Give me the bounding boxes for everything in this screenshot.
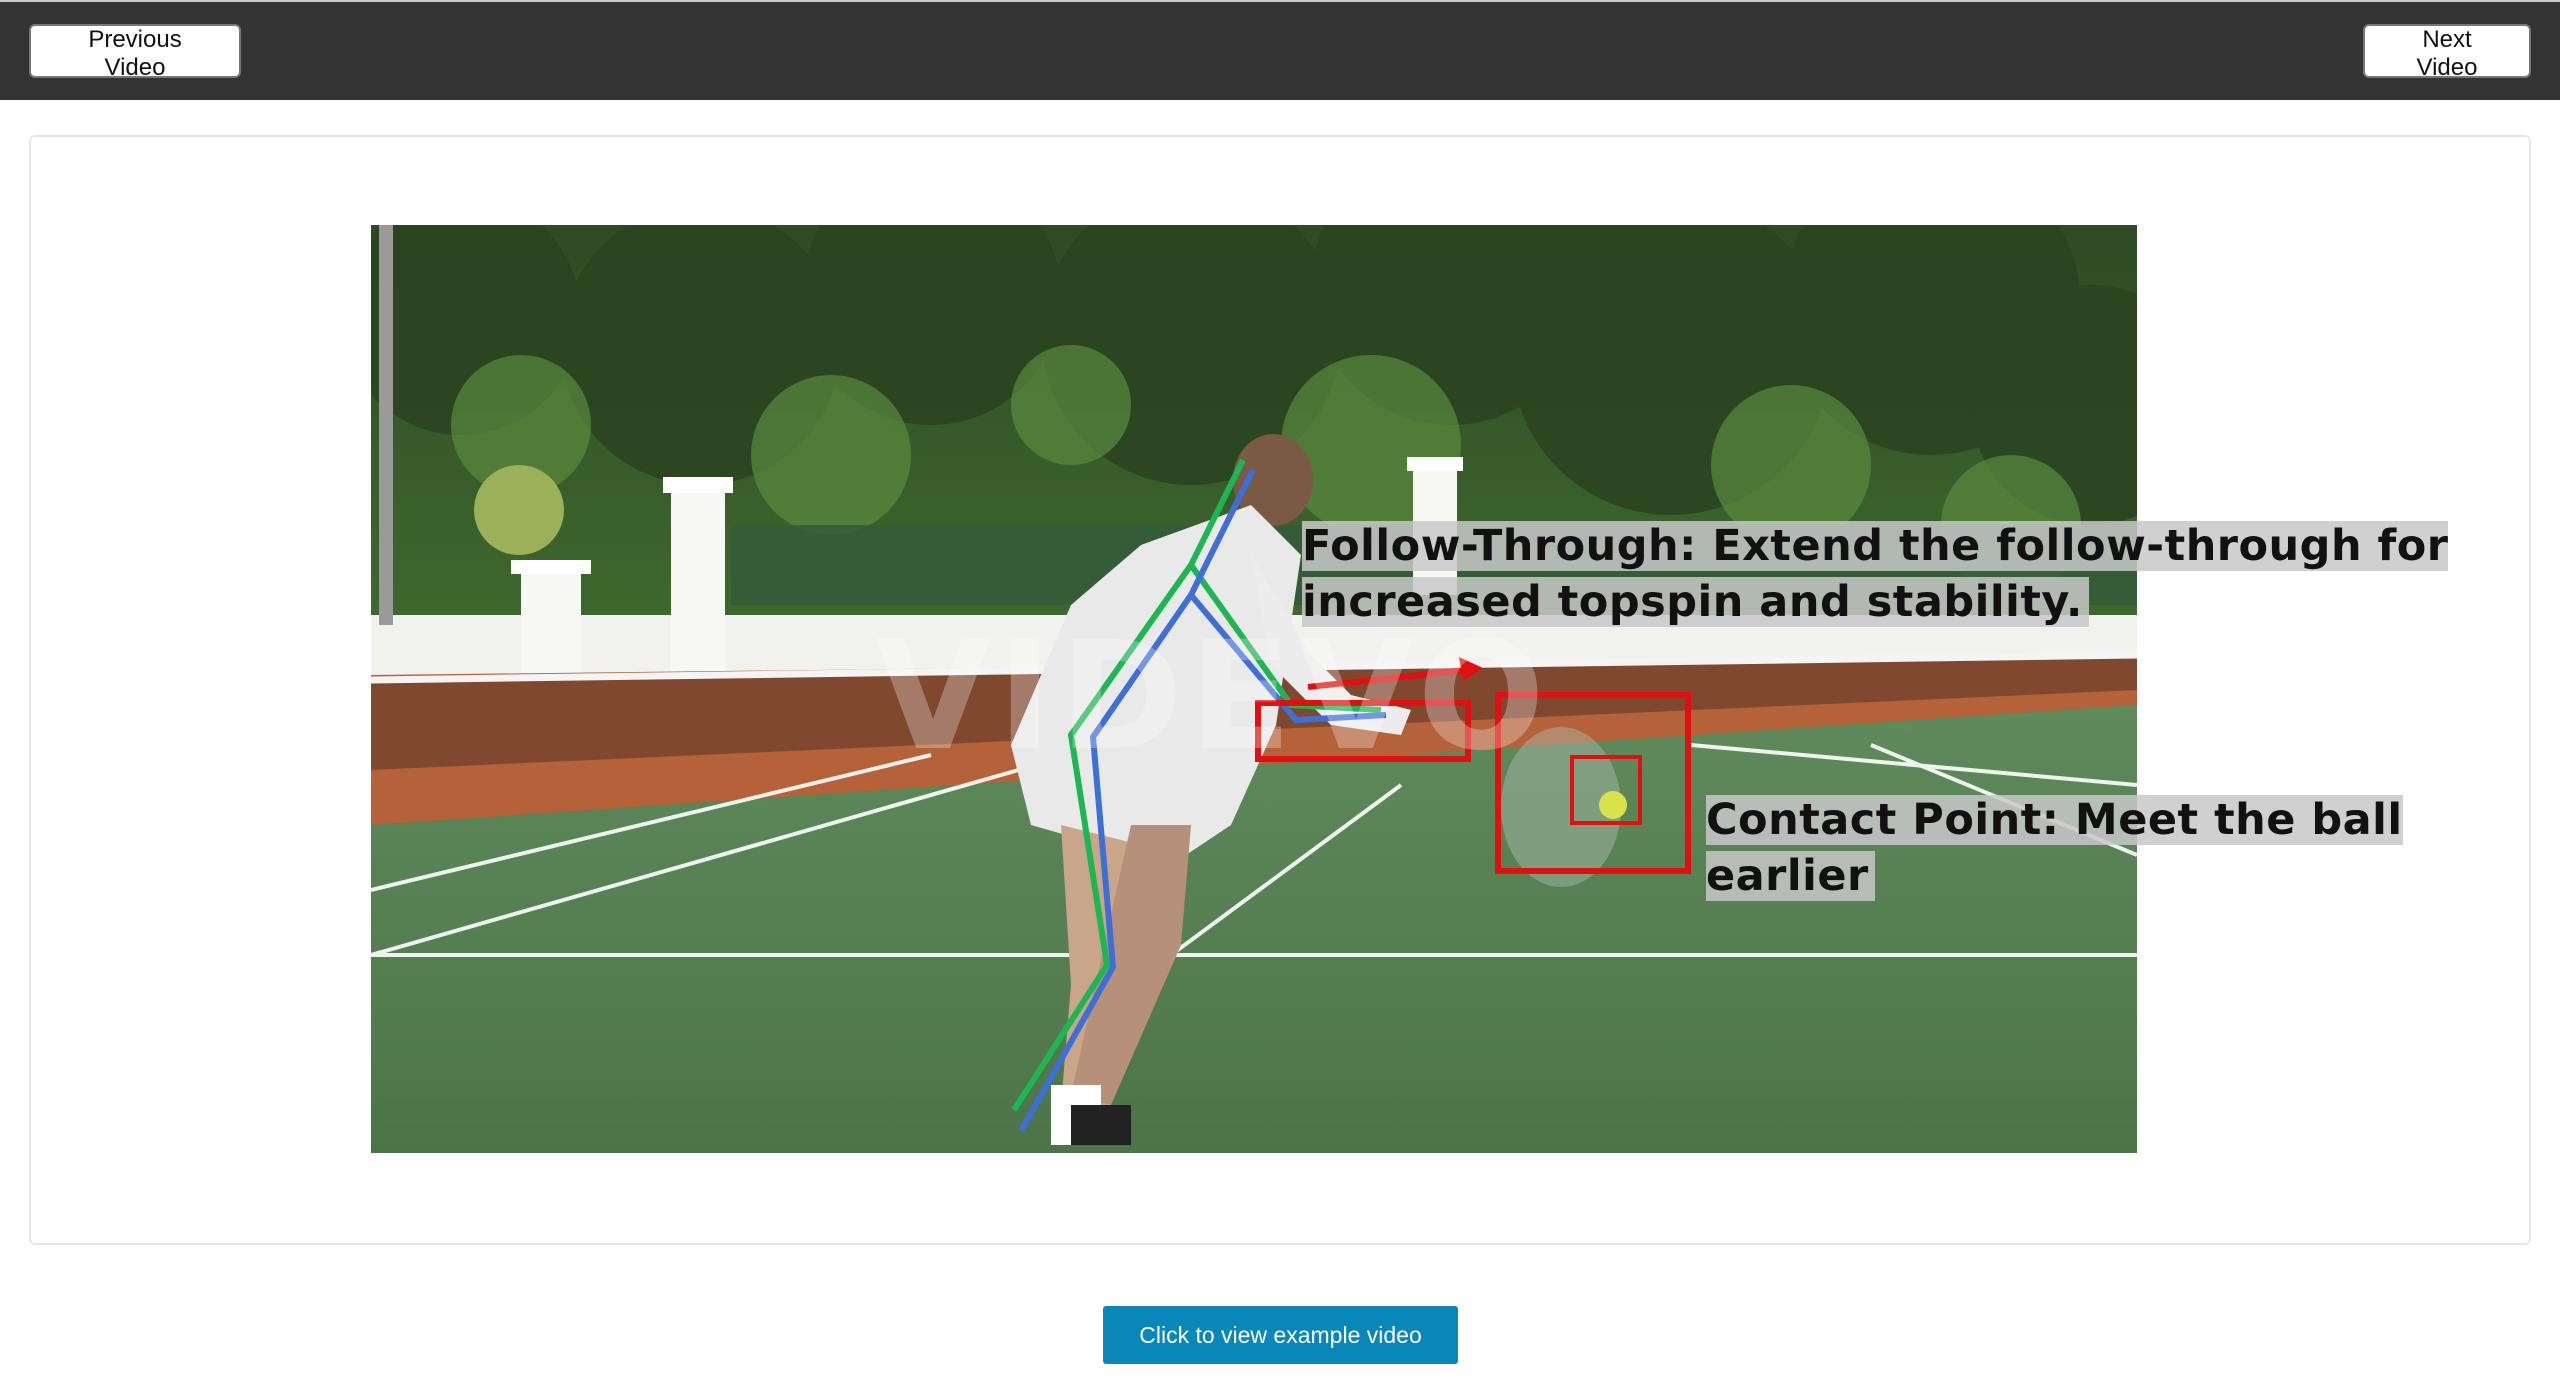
view-example-video-button[interactable]: Click to view example video: [1103, 1306, 1458, 1364]
next-video-button[interactable]: Next Video: [2363, 24, 2531, 81]
follow-through-text: Follow-Through: Extend the follow-throug…: [1302, 521, 2449, 627]
video-watermark: VIDEVO: [875, 610, 1551, 784]
contact-point-annotation: Contact Point: Meet the ball earlier: [1706, 792, 2560, 904]
previous-video-button[interactable]: Previous Video: [29, 24, 241, 81]
contact-point-text: Contact Point: Meet the ball earlier: [1706, 795, 2403, 901]
follow-through-annotation: Follow-Through: Extend the follow-throug…: [1302, 518, 2522, 630]
top-navigation-bar: Previous Video Next Video: [0, 0, 2560, 100]
